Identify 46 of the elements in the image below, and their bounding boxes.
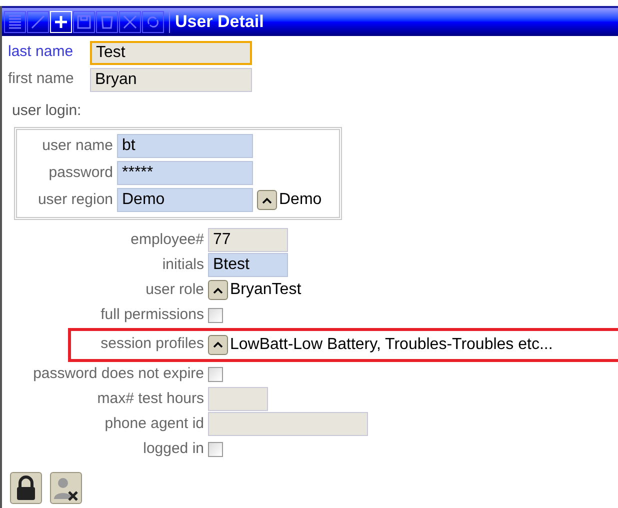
caret-icon (213, 286, 223, 294)
field-label: session profiles (100, 334, 205, 354)
field-label: first name (8, 69, 75, 90)
field-label: password (48, 162, 114, 183)
field-label: password does not expire (32, 364, 205, 384)
field-label: last name (8, 42, 74, 62)
lock-button[interactable] (10, 472, 42, 504)
field-label: employee# (130, 230, 205, 250)
plus-icon[interactable] (50, 11, 72, 33)
pencil-icon[interactable] (27, 11, 49, 33)
lookup-value: Demo (279, 190, 322, 210)
remove-user-button[interactable] (50, 472, 82, 504)
checkbox[interactable] (208, 308, 223, 322)
refresh-icon[interactable] (142, 11, 164, 33)
field-label: max# test hours (96, 388, 205, 409)
caret-icon (262, 196, 272, 204)
text-field[interactable]: bt (117, 134, 253, 158)
field-label: full permissions (100, 304, 205, 325)
close-icon[interactable] (119, 11, 141, 33)
window-title: User Detail (175, 11, 264, 34)
text-field[interactable]: 77 (208, 228, 288, 252)
lookup-value: LowBatt-Low Battery, Troubles-Troubles etc... (230, 334, 553, 354)
field-label: logged in (142, 438, 205, 459)
text-field[interactable]: Demo (117, 188, 253, 212)
text-field[interactable]: Bryan (90, 68, 252, 92)
lookup-value: BryanTest (230, 280, 302, 300)
checkbox[interactable] (208, 366, 223, 382)
text-field[interactable]: Test (90, 40, 252, 64)
text-field[interactable] (208, 412, 368, 436)
trash-icon[interactable] (96, 11, 118, 33)
text-field[interactable]: Btest (208, 253, 288, 277)
lookup-button[interactable] (257, 190, 277, 210)
checkbox[interactable] (208, 442, 223, 456)
lookup-button[interactable] (208, 280, 228, 300)
field-label: initials (161, 254, 205, 275)
field-label: user region (36, 190, 114, 210)
text-field[interactable] (208, 387, 268, 411)
field-label: user role (144, 280, 205, 300)
section-label: user login: (12, 101, 82, 121)
field-label: user name (41, 136, 114, 156)
list-icon[interactable] (4, 11, 26, 33)
text-field[interactable]: ***** (117, 161, 253, 185)
lookup-button[interactable] (208, 334, 228, 354)
padlock-icon (14, 474, 38, 500)
caret-icon (213, 341, 223, 348)
field-label: phone agent id (104, 414, 205, 434)
